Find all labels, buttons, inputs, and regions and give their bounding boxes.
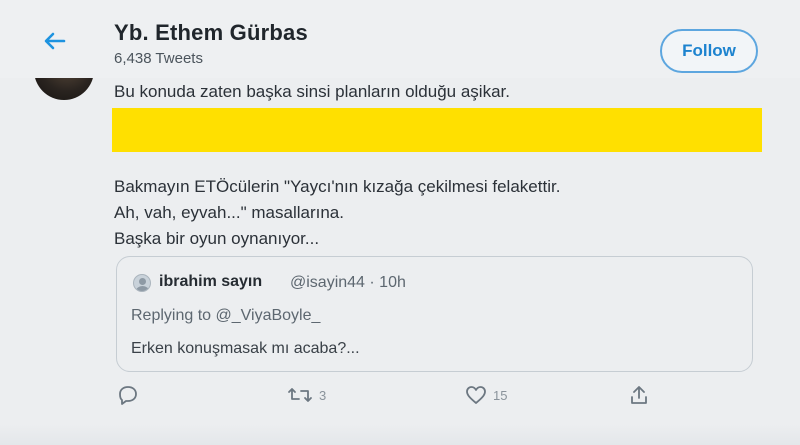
retweet-button[interactable]: 3: [287, 384, 326, 406]
quoted-avatar: [133, 274, 151, 292]
share-button[interactable]: [628, 384, 650, 406]
redaction-bar: [112, 108, 762, 152]
tweet-text-line: Bakmayın ETÖcülerin "Yaycı'nın kızağa çe…: [114, 177, 561, 196]
reply-button[interactable]: [117, 384, 139, 406]
follow-button[interactable]: Follow: [660, 29, 758, 73]
tweet-text-line: Başka bir oyun oynanıyor...: [114, 229, 320, 248]
tweet-actions: 3 15: [0, 378, 800, 418]
share-icon: [628, 384, 650, 406]
next-tweet-edge: [0, 424, 800, 445]
tweet-text-line: Bu konuda zaten başka sinsi planların ol…: [114, 82, 510, 101]
quoted-handle-time: @isayin44 · 10h: [290, 274, 406, 291]
quoted-author-name: ibrahim sayın: [159, 273, 263, 290]
reply-icon: [117, 384, 139, 406]
retweet-icon: [287, 384, 313, 406]
like-button[interactable]: 15: [465, 384, 507, 406]
like-icon: [465, 384, 487, 406]
replying-to: Replying to @_ViyaBoyle_: [131, 307, 321, 324]
tweet-count: 6,438 Tweets: [114, 50, 203, 67]
like-count: 15: [493, 387, 508, 403]
profile-header: Yb. Ethem Gürbas 6,438 Tweets Follow: [0, 0, 800, 78]
profile-name: Yb. Ethem Gürbas: [114, 20, 308, 45]
quoted-text: Erken konuşmasak mı acaba?...: [131, 340, 360, 357]
quoted-tweet[interactable]: ibrahim sayın @isayin44 · 10h Replying t…: [116, 256, 753, 372]
back-arrow-icon[interactable]: [42, 28, 68, 54]
tweet-text-line: Ah, vah, eyvah..." masallarına.: [114, 203, 344, 222]
retweet-count: 3: [319, 387, 327, 403]
